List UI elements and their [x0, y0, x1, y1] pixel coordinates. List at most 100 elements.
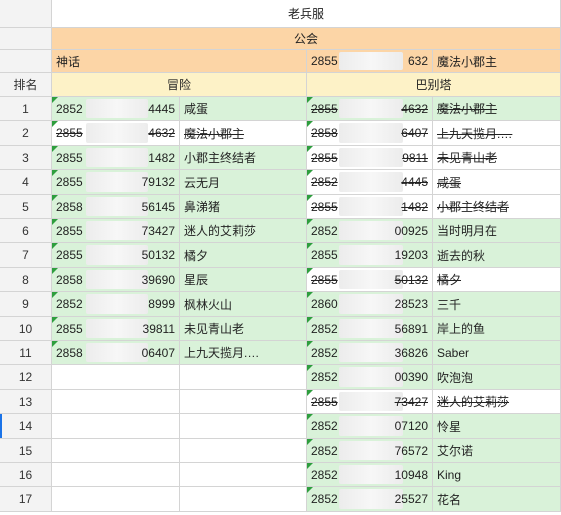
adventure-name-cell[interactable]: 小郡主终结者 — [180, 146, 307, 170]
rank-cell[interactable]: 1 — [0, 97, 52, 121]
tower-id-cell[interactable]: 2852 00390 — [307, 365, 433, 390]
rank-cell[interactable]: 9 — [0, 292, 52, 317]
tower-name-cell[interactable]: 当时明月在 — [433, 219, 561, 243]
adventure-id-cell[interactable]: 2858 39690 — [52, 268, 180, 292]
rank-cell[interactable]: 2 — [0, 121, 52, 146]
rank-cell[interactable]: 7 — [0, 243, 52, 268]
tower-id-cell[interactable]: 2855 19203 — [307, 243, 433, 268]
guild-left-name-cell[interactable]: 神话 — [52, 50, 307, 73]
adventure-id-cell[interactable] — [52, 390, 180, 414]
adventure-name-cell[interactable] — [180, 414, 307, 439]
adventure-name-cell[interactable]: 星辰 — [180, 268, 307, 292]
rank-cell[interactable]: 4 — [0, 170, 52, 195]
adventure-name-cell[interactable]: 魔法小郡主 — [180, 121, 307, 146]
tower-name-cell[interactable]: 未见青山老 — [433, 146, 561, 170]
adventure-name-cell[interactable]: 枫林火山 — [180, 292, 307, 317]
rank-cell[interactable]: 13 — [0, 390, 52, 414]
tower-id-cell[interactable]: 2855 1482 — [307, 195, 433, 219]
tower-id-cell[interactable]: 2860 28523 — [307, 292, 433, 317]
adventure-id-cell[interactable]: 2855 79132 — [52, 170, 180, 195]
adventure-id-cell[interactable]: 2855 39811 — [52, 317, 180, 341]
tower-name-cell[interactable]: 艾尔诺 — [433, 439, 561, 463]
tower-id-cell[interactable]: 2855 50132 — [307, 268, 433, 292]
adventure-id-cell[interactable]: 2852 4445 — [52, 97, 180, 121]
tower-id-cell[interactable]: 2855 4632 — [307, 97, 433, 121]
tower-id-cell[interactable]: 2855 73427 — [307, 390, 433, 414]
rank-cell[interactable]: 14 — [0, 414, 52, 439]
adventure-id-cell[interactable]: 2855 4632 — [52, 121, 180, 146]
adventure-name-cell[interactable]: 上九天揽月.… — [180, 341, 307, 365]
row-header-blank[interactable] — [0, 28, 52, 50]
guild-right-name-cell[interactable]: 魔法小郡主 — [433, 50, 561, 73]
tower-id-cell[interactable]: 2852 76572 — [307, 439, 433, 463]
adventure-name-cell[interactable]: 橘夕 — [180, 243, 307, 268]
adventure-name-cell[interactable] — [180, 365, 307, 390]
rank-cell[interactable]: 10 — [0, 317, 52, 341]
rank-cell[interactable]: 6 — [0, 219, 52, 243]
adventure-id-cell[interactable]: 2855 50132 — [52, 243, 180, 268]
tower-name-cell[interactable]: 小郡主终结者 — [433, 195, 561, 219]
server-title-cell[interactable]: 老兵服 — [52, 0, 561, 28]
adventure-id-cell[interactable] — [52, 365, 180, 390]
tower-id-end: 07120 — [394, 419, 428, 433]
adventure-name-cell[interactable] — [180, 487, 307, 512]
tower-header-cell[interactable]: 巴别塔 — [307, 73, 561, 97]
adventure-name-cell[interactable] — [180, 463, 307, 487]
adventure-header-cell[interactable]: 冒险 — [52, 73, 307, 97]
rank-number: 3 — [22, 150, 29, 165]
tower-name-cell[interactable]: 咸蛋 — [433, 170, 561, 195]
redacted-id-blur — [86, 221, 148, 240]
rank-cell[interactable]: 5 — [0, 195, 52, 219]
rank-number: 4 — [22, 175, 29, 189]
adventure-id-cell[interactable] — [52, 439, 180, 463]
tower-id-cell[interactable]: 2852 56891 — [307, 317, 433, 341]
tower-id-cell[interactable]: 2852 00925 — [307, 219, 433, 243]
tower-name-cell[interactable]: 魔法小郡主 — [433, 97, 561, 121]
adventure-id-cell[interactable] — [52, 487, 180, 512]
tower-id-cell[interactable]: 2852 4445 — [307, 170, 433, 195]
tower-name-cell[interactable]: 上九天揽月.… — [433, 121, 561, 146]
adventure-name-cell[interactable] — [180, 390, 307, 414]
tower-id-cell[interactable]: 2855 9811 — [307, 146, 433, 170]
adventure-name-cell[interactable]: 迷人的艾莉莎 — [180, 219, 307, 243]
adventure-id-cell[interactable] — [52, 414, 180, 439]
tower-name-cell[interactable]: 三千 — [433, 292, 561, 317]
tower-name-cell[interactable]: 岸上的鱼 — [433, 317, 561, 341]
adventure-id-cell[interactable]: 2858 56145 — [52, 195, 180, 219]
rank-header-cell[interactable]: 排名 — [0, 73, 52, 97]
rank-cell[interactable]: 12 — [0, 365, 52, 390]
tower-id-cell[interactable]: 2852 07120 — [307, 414, 433, 439]
adventure-name-cell[interactable]: 云无月 — [180, 170, 307, 195]
tower-name-cell[interactable]: 花名 — [433, 487, 561, 512]
corner-cell[interactable] — [0, 0, 52, 28]
tower-name-cell[interactable]: 迷人的艾莉莎 — [433, 390, 561, 414]
rank-cell[interactable]: 15 — [0, 439, 52, 463]
tower-name-cell[interactable]: 怜星 — [433, 414, 561, 439]
rank-cell[interactable]: 3 — [0, 146, 52, 170]
rank-cell[interactable]: 8 — [0, 268, 52, 292]
tower-id-cell[interactable]: 2852 10948 — [307, 463, 433, 487]
adventure-name-cell[interactable]: 鼻涕猪 — [180, 195, 307, 219]
tower-name-cell[interactable]: 橘夕 — [433, 268, 561, 292]
adventure-id-cell[interactable]: 2852 8999 — [52, 292, 180, 317]
tower-name-cell[interactable]: Saber — [433, 341, 561, 365]
rank-cell[interactable]: 16 — [0, 463, 52, 487]
adventure-id-cell[interactable]: 2855 1482 — [52, 146, 180, 170]
guild-right-id-cell[interactable]: 2855 632 — [307, 50, 433, 73]
adventure-id-cell[interactable]: 2858 06407 — [52, 341, 180, 365]
tower-name-cell[interactable]: King — [433, 463, 561, 487]
row-header-blank[interactable] — [0, 50, 52, 73]
rank-cell[interactable]: 17 — [0, 487, 52, 512]
adventure-id-cell[interactable]: 2855 73427 — [52, 219, 180, 243]
adventure-name-cell[interactable]: 未见青山老 — [180, 317, 307, 341]
tower-name-cell[interactable]: 吹泡泡 — [433, 365, 561, 390]
rank-cell[interactable]: 11 — [0, 341, 52, 365]
tower-id-cell[interactable]: 2852 25527 — [307, 487, 433, 512]
adventure-name-cell[interactable] — [180, 439, 307, 463]
tower-name-cell[interactable]: 逝去的秋 — [433, 243, 561, 268]
adventure-id-cell[interactable] — [52, 463, 180, 487]
adventure-name-cell[interactable]: 咸蛋 — [180, 97, 307, 121]
tower-id-cell[interactable]: 2852 36826 — [307, 341, 433, 365]
guild-title-cell[interactable]: 公会 — [52, 28, 561, 50]
tower-id-cell[interactable]: 2858 6407 — [307, 121, 433, 146]
